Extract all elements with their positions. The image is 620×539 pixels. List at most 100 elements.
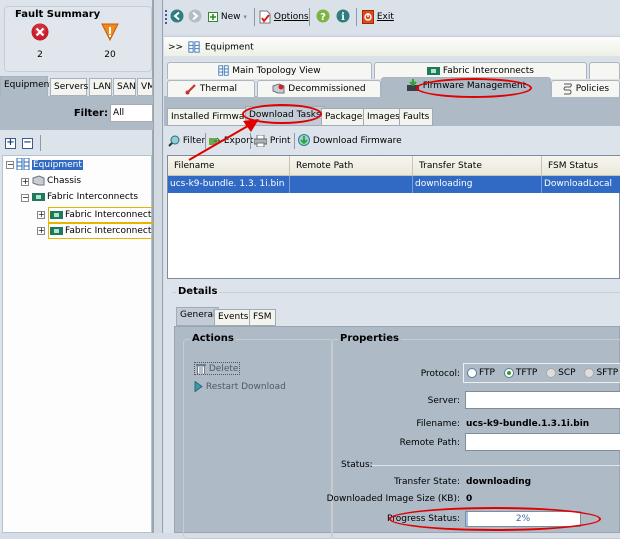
tree-node-equipment[interactable]: Equipment bbox=[16, 158, 83, 171]
progress-bar: 2% bbox=[465, 511, 581, 527]
info-button[interactable]: i bbox=[336, 9, 350, 25]
radio-button-selected bbox=[503, 367, 514, 378]
tab-firmware-management[interactable]: Firmware Management bbox=[381, 77, 551, 97]
collapse-all-button[interactable]: − bbox=[22, 138, 33, 149]
delete-action[interactable]: Delete bbox=[194, 362, 241, 375]
tab-overflow[interactable] bbox=[589, 62, 620, 79]
equipment-icon bbox=[218, 65, 230, 76]
tab-events[interactable]: Events bbox=[214, 309, 253, 326]
tab-servers[interactable]: Servers bbox=[50, 78, 88, 96]
column-header-transfer-state[interactable]: Transfer State bbox=[413, 156, 542, 176]
cell-filename: ucs-k9-bundle. 1.3. 1i.bin bbox=[168, 176, 290, 193]
details-divider bbox=[172, 292, 620, 293]
tab-thermal[interactable]: Thermal bbox=[167, 80, 255, 97]
major-fault-indicator[interactable]: 20 bbox=[101, 23, 120, 60]
restart-download-action[interactable]: Restart Download bbox=[194, 380, 286, 393]
tree-node-fabric-interconnects[interactable]: Fabric Interconnects bbox=[32, 191, 138, 204]
pane-splitter[interactable] bbox=[153, 0, 163, 533]
help-button[interactable]: ? bbox=[316, 9, 330, 25]
expand-toggle[interactable]: + bbox=[37, 227, 45, 235]
column-header-fsm-status[interactable]: FSM Status bbox=[542, 156, 620, 176]
toolbar-divider bbox=[356, 8, 357, 26]
tab-san[interactable]: SAN bbox=[113, 78, 136, 96]
firmware-download-icon bbox=[406, 79, 419, 91]
new-button[interactable]: New ▾ bbox=[208, 9, 247, 25]
download-firmware-icon bbox=[298, 134, 310, 146]
tab-decommissioned[interactable]: Decommissioned bbox=[257, 80, 381, 97]
decommissioned-icon bbox=[272, 83, 285, 94]
tab-vm[interactable]: VM bbox=[137, 78, 153, 96]
cell-transfer-state: downloading bbox=[413, 176, 542, 193]
tree-node-fabric-interconnect-b[interactable]: Fabric Interconnect B ( bbox=[48, 223, 154, 239]
collapse-toggle[interactable]: − bbox=[6, 161, 14, 169]
equipment-icon bbox=[188, 41, 200, 53]
download-firmware-button[interactable]: Download Firmware bbox=[298, 132, 402, 150]
remote-path-input[interactable] bbox=[465, 433, 620, 451]
chassis-icon bbox=[32, 175, 45, 186]
options-checklist-icon bbox=[259, 10, 271, 23]
toolbar-divider bbox=[40, 135, 41, 151]
back-icon bbox=[170, 9, 184, 23]
thermometer-icon bbox=[185, 83, 196, 94]
remote-path-label: Remote Path: bbox=[399, 438, 460, 448]
critical-fault-indicator[interactable]: 2 bbox=[31, 23, 50, 60]
image-size-label: Downloaded Image Size (KB): bbox=[326, 494, 460, 504]
protocol-ftp[interactable]: FTP bbox=[467, 367, 495, 378]
server-label: Server: bbox=[427, 396, 460, 406]
tab-policies[interactable]: Policies bbox=[551, 80, 620, 97]
forward-button[interactable] bbox=[188, 9, 202, 25]
breadcrumb-equipment[interactable]: Equipment bbox=[205, 43, 254, 53]
server-input[interactable] bbox=[465, 391, 620, 409]
main-toolbar: New ▾ Options ? i Exit bbox=[164, 0, 620, 34]
options-button[interactable]: Options bbox=[259, 9, 309, 25]
fault-summary-title: Fault Summary bbox=[13, 9, 103, 20]
tab-main-topology-view[interactable]: Main Topology View bbox=[167, 62, 372, 79]
expand-toggle[interactable]: + bbox=[21, 178, 29, 186]
protocol-scp[interactable]: SCP bbox=[546, 367, 576, 378]
actions-title: Actions bbox=[190, 333, 236, 344]
cell-remote-path bbox=[290, 176, 413, 193]
tab-faults[interactable]: Faults bbox=[399, 108, 434, 126]
filter-bar: Filter: All bbox=[0, 96, 153, 130]
actions-group: Actions Delete Restart Download bbox=[183, 333, 333, 539]
tab-equipment[interactable]: Equipment bbox=[0, 76, 53, 96]
exit-icon bbox=[362, 9, 374, 24]
expand-all-button[interactable]: + bbox=[5, 138, 16, 149]
transfer-state-value: downloading bbox=[466, 477, 532, 487]
column-header-remote-path[interactable]: Remote Path bbox=[290, 156, 413, 176]
radio-button bbox=[546, 367, 557, 378]
info-icon: i bbox=[336, 9, 350, 23]
exit-button[interactable]: Exit bbox=[362, 9, 394, 25]
back-button[interactable] bbox=[170, 9, 184, 25]
protocol-sftp[interactable]: SFTP bbox=[584, 367, 618, 378]
filename-label: Filename: bbox=[416, 419, 460, 429]
status-label: Status: bbox=[341, 460, 373, 470]
tab-lan[interactable]: LAN bbox=[89, 78, 112, 96]
toolbar-divider bbox=[309, 8, 310, 26]
breadcrumb-prefix: >> bbox=[168, 42, 184, 53]
toolbar-grip bbox=[165, 10, 167, 24]
critical-count: 2 bbox=[37, 50, 43, 60]
tab-images[interactable]: Images bbox=[363, 108, 404, 126]
tree-toolbar: + − bbox=[0, 132, 153, 154]
filter-select[interactable]: All bbox=[110, 104, 153, 122]
tree-node-chassis[interactable]: Chassis bbox=[32, 175, 81, 188]
tree-node-fabric-interconnect-a[interactable]: Fabric Interconnect A ( bbox=[48, 207, 154, 223]
fabric-interconnect-icon bbox=[32, 192, 45, 201]
collapse-toggle[interactable]: − bbox=[21, 194, 29, 202]
progress-text: 2% bbox=[515, 514, 531, 524]
details-title: Details bbox=[176, 286, 220, 297]
annotation-arrow bbox=[188, 119, 259, 161]
equipment-tree: − Equipment + Chassis − Fabric Interconn… bbox=[2, 155, 154, 533]
tab-fsm[interactable]: FSM bbox=[249, 309, 276, 326]
tab-general[interactable]: General bbox=[176, 307, 220, 326]
toolbar-divider bbox=[294, 133, 295, 149]
expand-toggle[interactable]: + bbox=[37, 211, 45, 219]
table-row[interactable]: ucs-k9-bundle. 1.3. 1i.bin downloading D… bbox=[168, 176, 620, 193]
protocol-tftp[interactable]: TFTP bbox=[503, 367, 537, 378]
cell-fsm-status: DownloadLocal bbox=[544, 179, 613, 189]
image-size-value: 0 bbox=[466, 494, 473, 504]
forward-icon bbox=[188, 9, 202, 23]
filter-icon bbox=[168, 135, 180, 147]
svg-text:?: ? bbox=[320, 12, 326, 23]
